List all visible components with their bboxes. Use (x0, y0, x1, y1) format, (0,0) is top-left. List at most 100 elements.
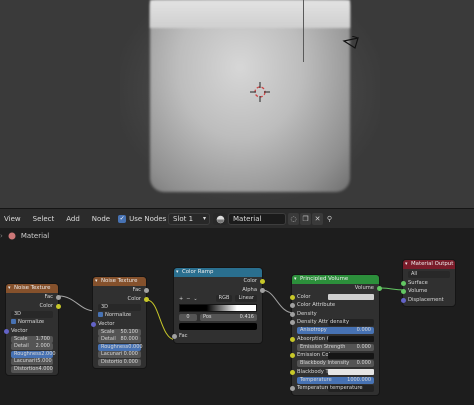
field-value: 0.000 (123, 358, 138, 365)
color-swatch[interactable] (328, 336, 374, 342)
field-detail[interactable]: Detail 80.000 (98, 336, 141, 343)
socket-vector-in[interactable] (3, 328, 9, 334)
use-nodes-toggle[interactable]: ✓ Use Nodes (118, 214, 166, 223)
field-emission-strength[interactable]: Emission Strength 0.000 (297, 343, 374, 351)
socket-color-in[interactable] (289, 294, 295, 300)
output-fac: Fac (93, 286, 149, 295)
menu-node[interactable]: Node (88, 215, 110, 223)
socket-label: Vector (98, 320, 115, 327)
breadcrumb-material[interactable]: Material (21, 232, 49, 240)
shield-icon[interactable]: ◌ (288, 213, 299, 225)
dimension-dropdown[interactable]: 3D (11, 310, 53, 318)
field-temperature[interactable]: Temperature 1000.000 (297, 376, 374, 384)
field-label: Emission Strength (300, 343, 346, 350)
field-scale[interactable]: Scale 50.100 (98, 328, 141, 336)
dimension-dropdown[interactable]: 3D (98, 303, 141, 311)
socket-alpha-out[interactable] (259, 287, 265, 293)
socket-in[interactable] (289, 320, 295, 325)
node-editor-canvas[interactable]: › Material ▾ Noise Texture Fac Color 3D N… (0, 228, 474, 405)
add-stop-button[interactable]: + (179, 296, 183, 302)
slot-dropdown[interactable]: Slot 1 ▾ (168, 213, 210, 225)
field-lacunarity[interactable]: Lacunari 0.000 (98, 351, 141, 358)
field-value: 4.000 (38, 365, 53, 372)
field-value: 50.100 (120, 328, 139, 335)
collapse-icon[interactable]: ▾ (8, 284, 11, 293)
pin-icon[interactable]: ⚲ (324, 213, 335, 225)
field-distortion[interactable]: Distortion 4.000 (11, 365, 53, 373)
text-field[interactable]: density (328, 319, 374, 326)
socket-color-out[interactable] (55, 303, 61, 309)
color-swatch[interactable] (328, 352, 374, 359)
menu-select[interactable]: Select (29, 215, 55, 223)
node-header[interactable]: ▾ Material Output (403, 260, 455, 269)
socket-label: Color (243, 278, 257, 284)
ramp-menu-chevron-icon[interactable]: ⌄ (193, 296, 197, 302)
collapse-icon[interactable]: ▾ (176, 268, 179, 277)
color-swatch[interactable] (328, 294, 374, 300)
stop-color-swatch[interactable] (179, 323, 257, 330)
checkbox-icon[interactable]: ✓ (118, 214, 127, 223)
socket-in[interactable] (289, 369, 295, 375)
camera-icon[interactable] (342, 36, 362, 52)
socket-color-out[interactable] (259, 279, 265, 284)
socket-vector-in[interactable] (90, 321, 96, 327)
color-ramp-node[interactable]: ▾ Color Ramp Color Alpha + − ⌄ RGB Linear… (171, 268, 265, 343)
socket-color-out[interactable] (143, 296, 149, 302)
noise-texture-node-2[interactable]: ▾ Noise Texture Fac Color 3D Normalize Ve… (90, 277, 149, 368)
node-header[interactable]: ▾ Color Ramp (174, 268, 262, 277)
color-swatch[interactable] (328, 369, 374, 375)
color-ramp-gradient[interactable] (179, 304, 257, 312)
text-field[interactable]: temperature (328, 385, 374, 392)
interpolation-dropdown[interactable]: Linear (235, 295, 257, 302)
socket-fac-out[interactable] (143, 288, 149, 293)
normalize-checkbox[interactable]: Normalize (6, 318, 58, 327)
socket-displacement-in[interactable] (400, 297, 406, 303)
close-icon[interactable]: ✕ (312, 213, 323, 225)
stop-index-field[interactable]: 0 (179, 314, 197, 321)
collapse-icon[interactable]: ▾ (294, 275, 297, 284)
socket-in[interactable] (289, 336, 295, 342)
menu-view[interactable]: View (0, 215, 21, 223)
socket-volume-in[interactable] (400, 289, 406, 294)
material-name-field[interactable]: Material (228, 213, 286, 225)
field-detail[interactable]: Detail 2.000 (11, 343, 53, 350)
node-header[interactable]: ▾ Noise Texture (6, 284, 58, 293)
socket-fac-in[interactable] (171, 334, 177, 339)
socket-in[interactable] (289, 353, 295, 358)
field-lacunarity[interactable]: Lacunarit 5.000 (11, 358, 53, 365)
field-value: 5.000 (37, 358, 52, 364)
field-scale[interactable]: Scale 1.700 (11, 335, 53, 343)
material-browse-button[interactable] (213, 213, 227, 225)
field-anisotropy[interactable]: Anisotropy 0.000 (297, 327, 374, 334)
checkbox-icon[interactable] (11, 319, 16, 324)
3d-viewport[interactable] (0, 0, 474, 208)
normalize-checkbox[interactable]: Normalize (93, 311, 146, 320)
noise-texture-node-1[interactable]: ▾ Noise Texture Fac Color 3D Normalize Ve… (3, 284, 61, 375)
field-roughness[interactable]: Roughness 2.000 (11, 350, 56, 358)
socket-fac-out[interactable] (55, 295, 61, 300)
3d-cursor-icon[interactable] (250, 82, 270, 102)
target-dropdown[interactable]: All (408, 271, 450, 278)
menu-add[interactable]: Add (62, 215, 80, 223)
socket-surface-in[interactable] (400, 280, 406, 286)
collapse-icon[interactable]: ▾ (405, 260, 408, 269)
principled-volume-node[interactable]: ▾ Principled Volume Volume Color Color At… (289, 275, 382, 395)
remove-stop-button[interactable]: − (186, 296, 190, 302)
socket-in[interactable] (289, 386, 295, 391)
node-header[interactable]: ▾ Noise Texture (93, 277, 146, 286)
stop-position-field[interactable]: Pos 0.416 (200, 314, 257, 321)
checkbox-icon[interactable] (98, 312, 103, 317)
material-output-node[interactable]: ▾ Material Output All Surface Volume Disp… (400, 260, 455, 306)
field-label: Distortio (101, 358, 123, 365)
field-roughness[interactable]: Roughness 0.000 (98, 343, 143, 351)
collapse-icon[interactable]: ▾ (95, 277, 98, 286)
field-distortion[interactable]: Distortio 0.000 (98, 358, 141, 366)
field-blackbody-intensity[interactable]: Blackbody Intensity 0.000 (297, 360, 374, 367)
socket-in[interactable] (289, 303, 295, 308)
socket-volume-out[interactable] (376, 286, 382, 291)
color-mode-dropdown[interactable]: RGB (215, 295, 233, 302)
socket-density-in[interactable] (289, 311, 295, 317)
duplicate-icon[interactable]: ❐ (300, 213, 311, 225)
field-label: Roughness (14, 350, 42, 357)
node-header[interactable]: ▾ Principled Volume (292, 275, 379, 284)
